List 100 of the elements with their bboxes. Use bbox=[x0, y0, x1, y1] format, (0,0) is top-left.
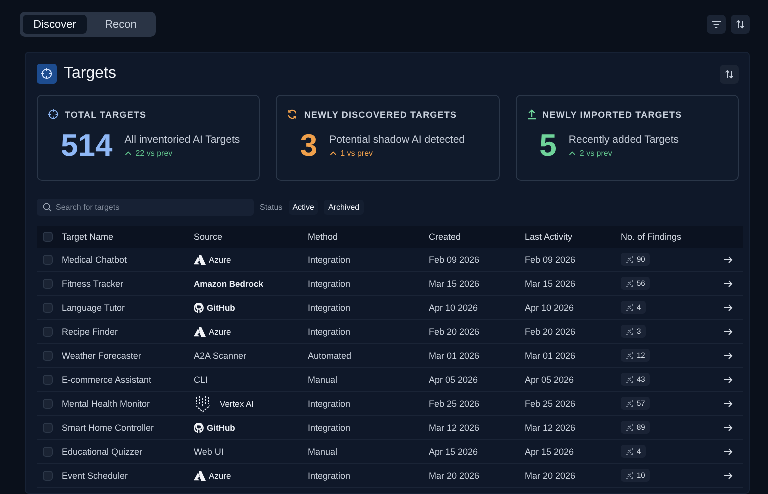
arrow-right-icon[interactable] bbox=[724, 400, 732, 408]
table-cell-text: Integration bbox=[308, 326, 352, 336]
mode-tab[interactable]: Discover bbox=[23, 15, 87, 34]
table-cell-text: Integration bbox=[308, 302, 352, 312]
table-cell-text: Language Tutor bbox=[62, 302, 126, 312]
checkbox[interactable] bbox=[43, 302, 53, 312]
vertex-logo-icon bbox=[194, 394, 212, 412]
table-cell-text: Apr 10 2026 bbox=[525, 302, 576, 312]
arrow-right-icon[interactable] bbox=[724, 328, 732, 336]
checkbox[interactable] bbox=[43, 422, 53, 432]
checkbox[interactable] bbox=[43, 446, 53, 456]
stat-delta: 2 vs prev bbox=[580, 149, 612, 158]
table-cell-text: Recipe Finder bbox=[62, 326, 120, 336]
arrow-right-icon[interactable] bbox=[724, 376, 732, 384]
github-logo-icon bbox=[194, 422, 204, 432]
stat-description: Potential shadow AI detected bbox=[330, 134, 466, 146]
github-logo-icon bbox=[194, 302, 204, 312]
crosshair-icon bbox=[41, 68, 53, 80]
arrow-right-icon[interactable] bbox=[724, 280, 732, 288]
table-cell-text: A2A Scanner bbox=[194, 350, 248, 360]
table-cell-text: Apr 15 2026 bbox=[525, 446, 576, 456]
checkbox[interactable] bbox=[43, 398, 53, 408]
arrow-right-icon[interactable] bbox=[724, 424, 732, 432]
checkbox[interactable] bbox=[43, 232, 53, 242]
source-name: Azure bbox=[209, 326, 232, 336]
source-name: GitHub bbox=[207, 302, 236, 312]
sort-button[interactable] bbox=[731, 15, 750, 34]
status-option[interactable]: Archived bbox=[324, 200, 364, 215]
column-header: Method bbox=[308, 232, 340, 242]
table-cell-text: Feb 20 2026 bbox=[429, 326, 481, 336]
scan-icon bbox=[626, 424, 633, 431]
table-cell-text: Apr 10 2026 bbox=[429, 302, 480, 312]
column-header: Target Name bbox=[62, 232, 115, 242]
table-cell-text: Integration bbox=[308, 470, 352, 480]
source-name: GitHub bbox=[207, 422, 236, 432]
scan-icon bbox=[626, 400, 633, 407]
scan-icon bbox=[626, 280, 633, 287]
azure-logo-icon bbox=[194, 470, 206, 480]
arrow-right-icon[interactable] bbox=[724, 448, 732, 456]
table-cell-text: Apr 05 2026 bbox=[429, 374, 480, 384]
table-cell-text: Integration bbox=[308, 398, 352, 408]
table-cell-text: Mar 15 2026 bbox=[525, 278, 577, 288]
stat-delta: 22 vs prev bbox=[136, 149, 173, 158]
table-cell-text: Web UI bbox=[194, 446, 225, 456]
source-name: Azure bbox=[209, 254, 232, 264]
scan-icon bbox=[626, 352, 633, 359]
chevron-up-icon bbox=[330, 151, 337, 156]
arrow-right-icon[interactable] bbox=[724, 256, 732, 264]
upload-icon bbox=[526, 109, 537, 120]
table-cell-text: Mar 01 2026 bbox=[525, 350, 577, 360]
table-cell-text: Fitness Tracker bbox=[62, 278, 125, 288]
arrow-right-icon[interactable] bbox=[724, 472, 732, 480]
table-cell-text: Mar 15 2026 bbox=[429, 278, 481, 288]
stat-value: 5 bbox=[540, 128, 557, 164]
checkbox[interactable] bbox=[43, 254, 53, 264]
table-cell-text: Feb 20 2026 bbox=[525, 326, 577, 336]
scan-icon bbox=[626, 376, 633, 383]
column-header: Last Activity bbox=[525, 232, 574, 242]
table-cell-text: Manual bbox=[308, 374, 339, 384]
table-cell-text: Manual bbox=[308, 446, 339, 456]
checkbox[interactable] bbox=[43, 470, 53, 480]
scan-icon bbox=[626, 256, 633, 263]
stat-value: 3 bbox=[300, 128, 318, 164]
checkbox[interactable] bbox=[43, 278, 53, 288]
source-name: Amazon Bedrock bbox=[194, 278, 264, 288]
arrow-right-icon[interactable] bbox=[724, 304, 732, 312]
table-cell-text: Smart Home Controller bbox=[62, 422, 156, 432]
checkbox[interactable] bbox=[43, 374, 53, 384]
source-name: Vertex AI bbox=[220, 398, 254, 408]
search-icon bbox=[43, 203, 52, 212]
status-option[interactable]: Active bbox=[288, 200, 318, 215]
column-header: No. of Findings bbox=[621, 232, 683, 242]
azure-logo-icon bbox=[194, 326, 206, 336]
checkbox[interactable] bbox=[43, 326, 53, 336]
table-cell-text: Mar 20 2026 bbox=[429, 470, 481, 480]
sort-icon bbox=[736, 20, 745, 29]
arrow-right-icon[interactable] bbox=[724, 352, 732, 360]
table-cell-text: Medical Chatbot bbox=[62, 254, 128, 264]
card-label: NEWLY DISCOVERED TARGETS bbox=[304, 110, 458, 120]
table-cell-text: CLI bbox=[194, 374, 210, 384]
scan-icon bbox=[626, 328, 633, 335]
table-cell-text: Mar 12 2026 bbox=[429, 422, 481, 432]
table-cell-text: Educational Quizzer bbox=[62, 446, 144, 456]
table-cell-text: Event Scheduler bbox=[62, 470, 130, 480]
refresh-icon bbox=[287, 109, 298, 120]
sort-icon bbox=[725, 70, 734, 78]
checkbox[interactable] bbox=[43, 350, 53, 360]
table-cell-text: Mental Health Monitor bbox=[62, 398, 152, 408]
stat-description: Recently added Targets bbox=[568, 134, 680, 146]
table-cell-text: E-commerce Assistant bbox=[62, 374, 153, 384]
chevron-up-icon bbox=[568, 151, 576, 156]
chevron-up-icon bbox=[124, 151, 132, 156]
search-field[interactable]: Search for targets bbox=[37, 199, 254, 216]
mode-tab[interactable]: Recon bbox=[89, 15, 153, 34]
table-cell-text: Mar 20 2026 bbox=[525, 470, 577, 480]
table-cell-text: Weather Forecaster bbox=[62, 350, 142, 360]
sort-button[interactable] bbox=[720, 64, 739, 84]
table-cell-text: Automated bbox=[308, 350, 353, 360]
filter-button[interactable] bbox=[707, 15, 726, 34]
crosshair-icon bbox=[48, 109, 59, 120]
